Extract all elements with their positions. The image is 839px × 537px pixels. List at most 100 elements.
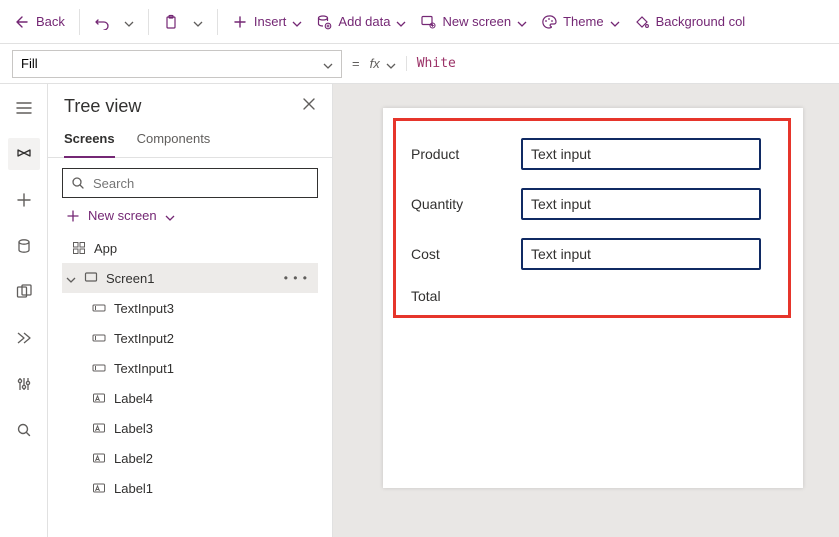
add-data-label: Add data: [338, 14, 390, 29]
tree-search-input[interactable]: [93, 176, 309, 191]
plus-icon: [66, 209, 80, 223]
clipboard-icon: [163, 14, 179, 30]
canvas-screen[interactable]: Product Quantity Cost Total: [383, 108, 803, 488]
back-button[interactable]: Back: [8, 10, 71, 34]
property-name: Fill: [21, 56, 38, 71]
tree-title: Tree view: [64, 96, 141, 117]
main-area: Tree view Screens Components New screen: [0, 84, 839, 537]
node-textinput3[interactable]: TextInput3: [62, 293, 318, 323]
chevron-down-icon: [165, 211, 175, 221]
node-label: Label2: [114, 451, 153, 466]
tree-view-panel: Tree view Screens Components New screen: [48, 84, 333, 537]
node-label4[interactable]: Label4: [62, 383, 318, 413]
undo-split-button[interactable]: [118, 13, 140, 31]
chevron-down-icon: [292, 17, 302, 27]
new-screen-button[interactable]: New screen: [414, 10, 533, 34]
power-automate-button[interactable]: [8, 322, 40, 354]
label-icon: [92, 421, 106, 435]
textinput-icon: [92, 331, 106, 345]
chevron-down-icon: [66, 273, 76, 283]
chevron-down-icon: [124, 17, 134, 27]
canvas-area: Product Quantity Cost Total: [333, 84, 839, 537]
label-cost[interactable]: Cost: [411, 246, 511, 262]
node-app[interactable]: App: [62, 233, 318, 263]
property-selector[interactable]: Fill: [12, 50, 342, 78]
theme-button[interactable]: Theme: [535, 10, 625, 34]
tree-view-button[interactable]: [8, 138, 40, 170]
node-label1[interactable]: Label1: [62, 473, 318, 503]
node-label: Label1: [114, 481, 153, 496]
tree-tabs: Screens Components: [48, 125, 332, 158]
tree-new-screen-button[interactable]: New screen: [62, 198, 318, 233]
node-more-button[interactable]: • • •: [284, 271, 314, 285]
new-screen-label: New screen: [442, 14, 511, 29]
chevron-down-icon: [517, 17, 527, 27]
input-quantity[interactable]: [521, 188, 761, 220]
node-label: TextInput1: [114, 361, 174, 376]
hamburger-button[interactable]: [8, 92, 40, 124]
back-arrow-icon: [14, 14, 30, 30]
formula-input[interactable]: White: [417, 56, 827, 71]
paste-button[interactable]: [157, 10, 185, 34]
node-textinput2[interactable]: TextInput2: [62, 323, 318, 353]
chevron-down-icon: [193, 17, 203, 27]
data-sources-button[interactable]: [8, 230, 40, 262]
chevron-down-icon: [396, 17, 406, 27]
total-value: [521, 288, 761, 304]
node-screen1[interactable]: Screen1 • • •: [62, 263, 318, 293]
node-label3[interactable]: Label3: [62, 413, 318, 443]
insert-label: Insert: [254, 14, 287, 29]
form-grid: Product Quantity Cost Total: [411, 138, 761, 304]
background-color-button[interactable]: Background col: [628, 10, 752, 34]
theme-label: Theme: [563, 14, 603, 29]
formula-bar: Fill = fx White: [0, 44, 839, 84]
paste-split-button[interactable]: [187, 13, 209, 31]
media-button[interactable]: [8, 276, 40, 308]
label-icon: [92, 451, 106, 465]
undo-button[interactable]: [88, 10, 116, 34]
tree-new-screen-label: New screen: [88, 208, 157, 223]
advanced-tools-button[interactable]: [8, 368, 40, 400]
separator: [148, 9, 149, 35]
chevron-down-icon: [610, 17, 620, 27]
back-label: Back: [36, 14, 65, 29]
palette-icon: [541, 14, 557, 30]
label-quantity[interactable]: Quantity: [411, 196, 511, 212]
bucket-icon: [634, 14, 650, 30]
left-rail: [0, 84, 48, 537]
label-icon: [92, 391, 106, 405]
input-cost[interactable]: [521, 238, 761, 270]
node-label: Label3: [114, 421, 153, 436]
search-rail-button[interactable]: [8, 414, 40, 446]
node-screen1-label: Screen1: [106, 271, 154, 286]
chevron-down-icon: [323, 59, 333, 69]
add-data-button[interactable]: Add data: [310, 10, 412, 34]
label-icon: [92, 481, 106, 495]
app-icon: [72, 241, 86, 255]
separator: [217, 9, 218, 35]
plus-icon: [232, 14, 248, 30]
label-product[interactable]: Product: [411, 146, 511, 162]
search-icon: [71, 176, 85, 190]
input-product[interactable]: [521, 138, 761, 170]
insert-rail-button[interactable]: [8, 184, 40, 216]
node-app-label: App: [94, 241, 117, 256]
bg-color-label: Background col: [656, 14, 746, 29]
label-total[interactable]: Total: [411, 288, 511, 304]
tree-search[interactable]: [62, 168, 318, 198]
node-label: TextInput2: [114, 331, 174, 346]
node-label2[interactable]: Label2: [62, 443, 318, 473]
tab-screens[interactable]: Screens: [64, 125, 115, 158]
insert-button[interactable]: Insert: [226, 10, 309, 34]
node-textinput1[interactable]: TextInput1: [62, 353, 318, 383]
fx-button[interactable]: fx: [370, 56, 407, 71]
tree-header: Tree view: [48, 84, 332, 125]
node-label: TextInput3: [114, 301, 174, 316]
close-panel-button[interactable]: [302, 97, 316, 116]
chevron-down-icon: [386, 59, 396, 69]
textinput-icon: [92, 301, 106, 315]
tree-body: New screen App Screen1 • • •: [48, 158, 332, 537]
tab-components[interactable]: Components: [137, 125, 211, 158]
command-bar: Back Insert Add data: [0, 0, 839, 44]
node-label: Label4: [114, 391, 153, 406]
